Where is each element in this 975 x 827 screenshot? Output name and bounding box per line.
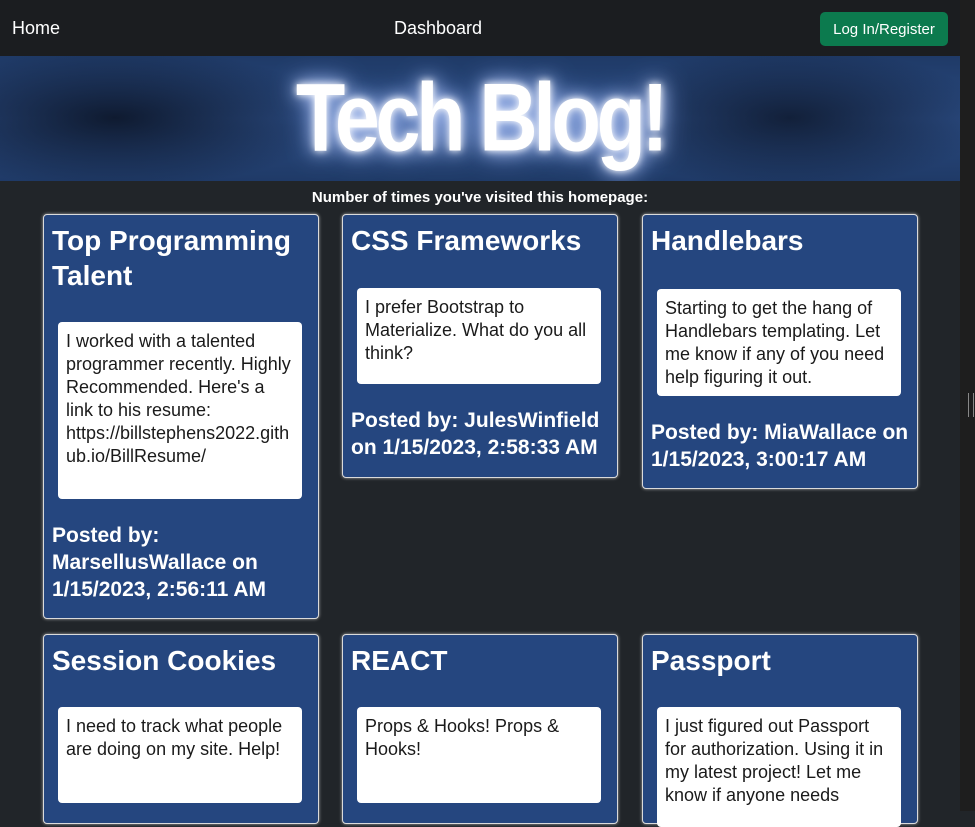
- post-footer: Posted by: JulesWinfield on 1/15/2023, 2…: [351, 409, 600, 459]
- post-body: I prefer Bootstrap to Materialize. What …: [357, 288, 601, 384]
- post-body: I need to track what people are doing on…: [58, 707, 302, 803]
- post-footer: Posted by: MarsellusWallace on 1/15/2023…: [52, 524, 267, 601]
- post-footer: Posted by: MiaWallace on 1/15/2023, 3:00…: [651, 421, 909, 471]
- nav-home-link[interactable]: Home: [12, 18, 60, 39]
- resize-handle-icon[interactable]: [968, 393, 974, 417]
- post-card[interactable]: REACT Props & Hooks! Props & Hooks!: [342, 634, 618, 824]
- post-body: Starting to get the hang of Handlebars t…: [657, 289, 901, 396]
- login-register-button[interactable]: Log In/Register: [820, 12, 948, 46]
- post-card[interactable]: Passport I just figured out Passport for…: [642, 634, 918, 827]
- post-title: REACT: [351, 645, 448, 676]
- navbar: Home Dashboard Log In/Register: [0, 0, 960, 56]
- hero-banner: Tech Blog!: [0, 56, 960, 181]
- post-card[interactable]: CSS Frameworks I prefer Bootstrap to Mat…: [342, 214, 618, 478]
- nav-dashboard-link[interactable]: Dashboard: [394, 18, 482, 39]
- visit-counter: Number of times you've visited this home…: [311, 189, 649, 206]
- post-card[interactable]: Session Cookies I need to track what peo…: [43, 634, 319, 824]
- post-title: Passport: [651, 645, 771, 676]
- post-title: Top Programming Talent: [52, 225, 292, 291]
- post-body: I worked with a talented programmer rece…: [58, 322, 302, 499]
- post-card[interactable]: Handlebars Starting to get the hang of H…: [642, 214, 918, 489]
- page-title: Tech Blog!: [295, 64, 669, 172]
- post-card[interactable]: Top Programming Talent I worked with a t…: [43, 214, 319, 619]
- post-body: Props & Hooks! Props & Hooks!: [357, 707, 601, 803]
- post-title: Session Cookies: [52, 645, 277, 676]
- post-title: CSS Frameworks: [351, 225, 582, 256]
- post-title: Handlebars: [651, 225, 804, 256]
- post-body: I just figured out Passport for authoriz…: [657, 707, 901, 827]
